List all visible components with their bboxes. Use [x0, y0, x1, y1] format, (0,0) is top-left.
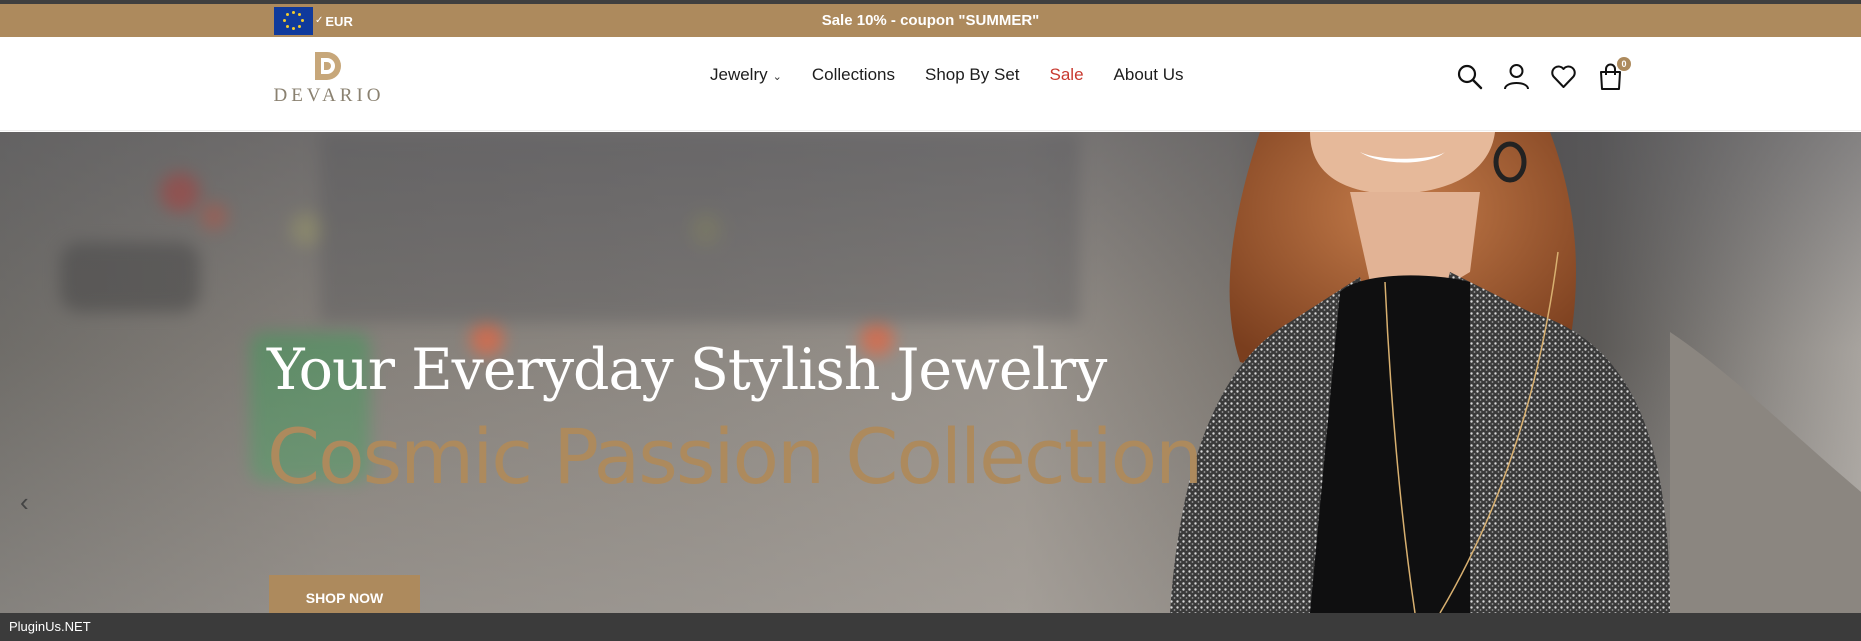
cart-button[interactable]: 0 — [1597, 57, 1631, 90]
nav-label: Collections — [811, 65, 895, 84]
header-icons: 0 — [1456, 57, 1631, 90]
nav-item-shop-by-set[interactable]: Shop By Set — [925, 65, 1020, 85]
account-icon[interactable] — [1503, 63, 1530, 90]
nav-label: Shop By Set — [925, 65, 1020, 84]
announcement-bar: ✓ EUR Sale 10% - coupon "SUMMER" — [0, 4, 1861, 37]
nav-label: About Us — [1113, 65, 1184, 84]
hero-subheadline: Cosmic Passion Collection — [267, 412, 1203, 501]
logo[interactable]: DEVARIO — [268, 50, 390, 110]
footer-bar: PluginUs.NET — [0, 613, 1861, 641]
nav-item-collections[interactable]: Collections — [812, 65, 895, 85]
main-nav: Jewelry ⌄ Collections Shop By Set Sale A… — [710, 65, 1183, 85]
hero-headline: Your Everyday Stylish Jewelry — [267, 337, 1107, 403]
nav-item-sale[interactable]: Sale — [1050, 65, 1084, 85]
nav-item-jewelry[interactable]: Jewelry ⌄ — [710, 65, 782, 85]
search-icon[interactable] — [1456, 63, 1483, 90]
prev-slide-arrow[interactable]: ‹ — [20, 487, 29, 518]
announcement-message: Sale 10% - coupon "SUMMER" — [821, 12, 1040, 29]
model-photo — [1170, 132, 1861, 613]
shop-now-button[interactable]: SHOP NOW — [269, 575, 420, 613]
nav-label: Jewelry — [710, 65, 768, 84]
hero-banner: ‹ Your Everyday Stylish Jewelry Cosmic P… — [0, 132, 1861, 613]
logo-text: DEVARIO — [273, 85, 385, 106]
nav-label: Sale — [1049, 65, 1084, 84]
logo-mark-icon — [315, 52, 341, 80]
wishlist-icon[interactable] — [1550, 63, 1577, 90]
footer-label[interactable]: PluginUs.NET — [9, 619, 91, 634]
site-header: DEVARIO Jewelry ⌄ Collections Shop By Se… — [0, 37, 1861, 131]
cart-count-badge: 0 — [1617, 57, 1631, 71]
chevron-down-icon: ⌄ — [772, 70, 782, 83]
nav-item-about-us[interactable]: About Us — [1114, 65, 1184, 85]
